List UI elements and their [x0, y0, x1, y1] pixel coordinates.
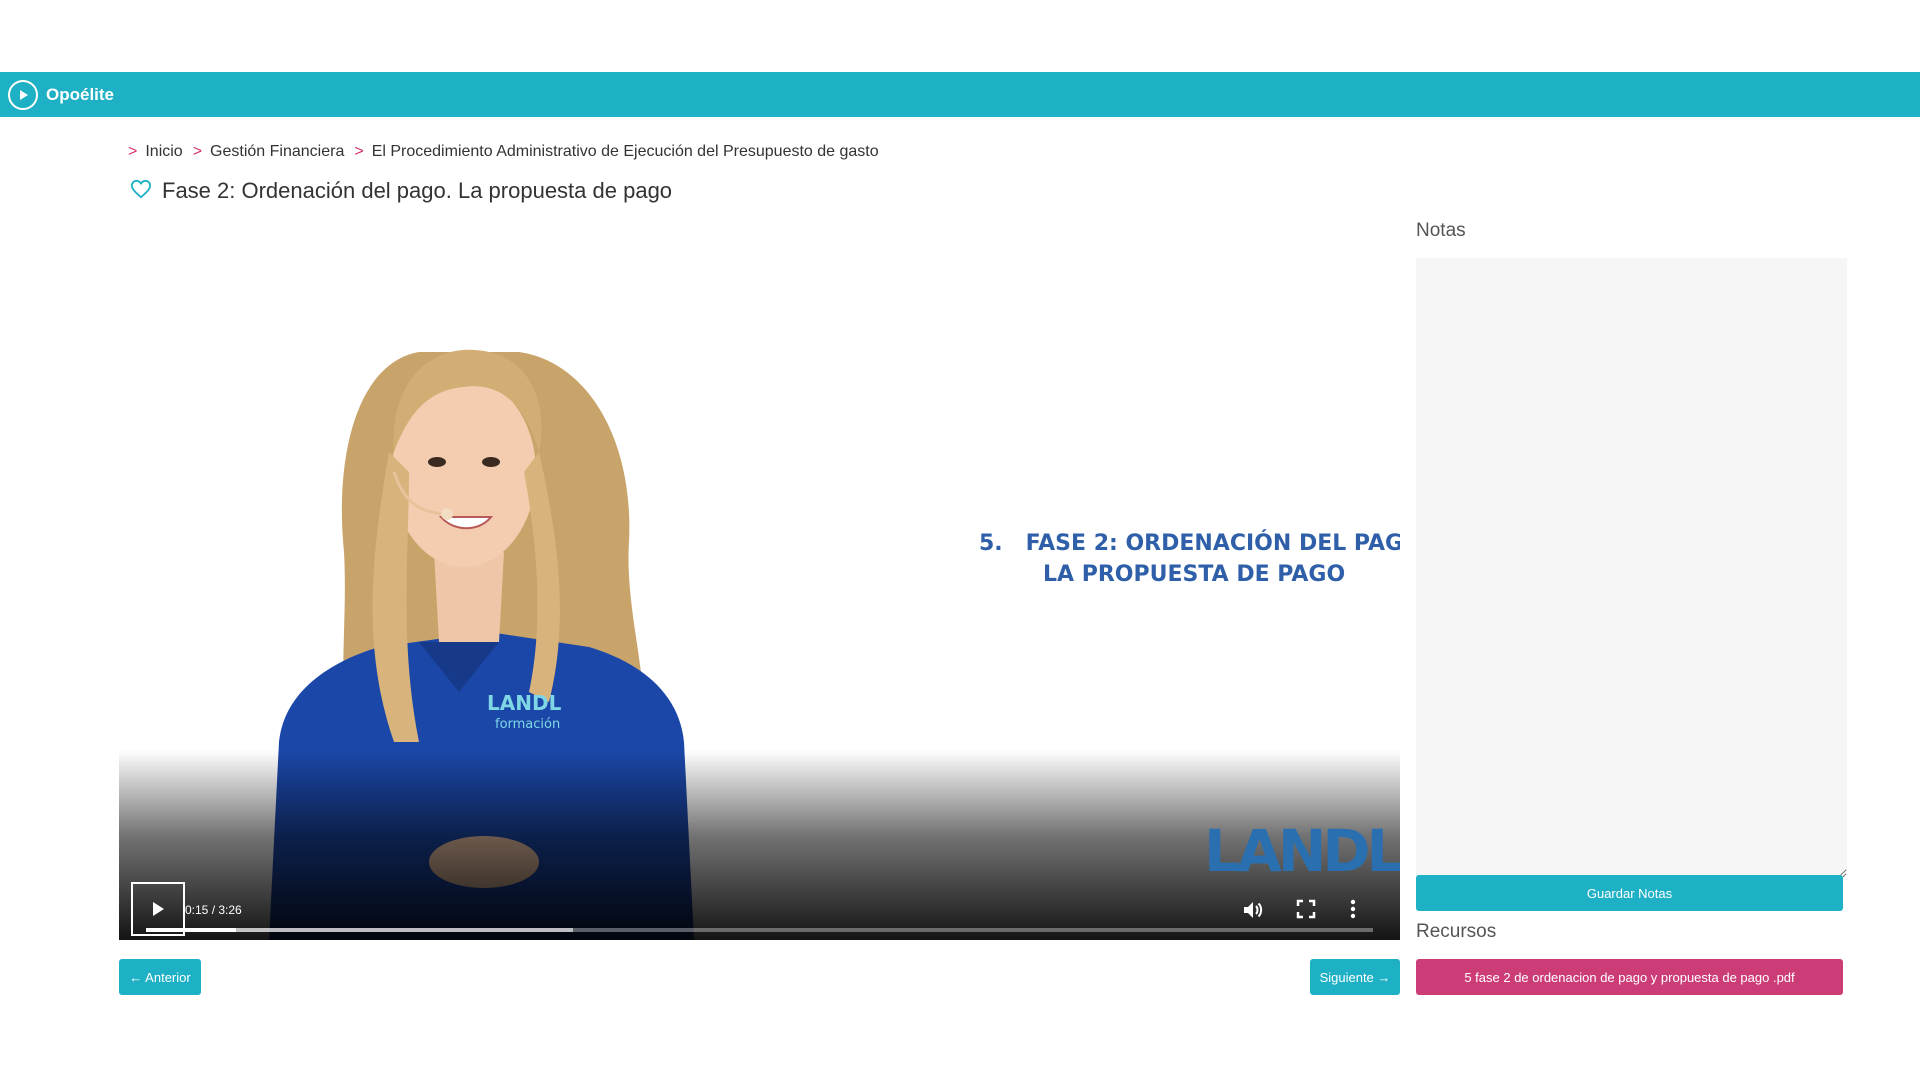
top-navbar: Opoélite [0, 72, 1920, 117]
video-progress-bar[interactable] [146, 928, 1373, 932]
slide-heading-line2: LA PROPUESTA DE PAGO [1043, 562, 1346, 587]
app-logo[interactable]: Opoélite [8, 79, 115, 110]
fullscreen-icon[interactable] [1295, 898, 1317, 925]
heart-outline-icon[interactable] [130, 179, 152, 204]
video-player[interactable]: LANDL formación 5. FASE 2: ORDENACIÓN DE… [119, 222, 1400, 940]
slide-heading-line1: 5. FASE 2: ORDENACIÓN DEL PAGO. [979, 531, 1400, 556]
chevron-right-icon: > [192, 143, 203, 160]
play-icon [153, 902, 164, 916]
chevron-right-icon: > [354, 143, 364, 160]
resources-label: Recursos [1416, 921, 1497, 942]
chevron-right-icon: > [128, 143, 138, 160]
breadcrumb-item-inicio[interactable]: Inicio [145, 143, 182, 161]
page-title: Fase 2: Ordenación del pago. La propuest… [162, 178, 673, 203]
next-button[interactable]: Siguiente → [1310, 959, 1400, 995]
app-name: Opoélite [46, 84, 115, 104]
svg-text:formación: formación [495, 717, 560, 732]
breadcrumb: > Inicio > Gestión Financiera > El Proce… [128, 143, 889, 161]
landl-watermark: LANDL [1204, 817, 1400, 885]
volume-icon[interactable] [1241, 898, 1265, 927]
breadcrumb-item-gestion-financiera[interactable]: Gestión Financiera [210, 143, 344, 161]
previous-button[interactable]: ← Anterior [119, 959, 201, 995]
played-bar [146, 928, 236, 932]
more-options-icon[interactable] [1349, 898, 1357, 925]
time-display: 0:15 / 3:26 [185, 903, 242, 917]
lesson-title-row: Fase 2: Ordenación del pago. La propuest… [130, 178, 672, 204]
save-notes-button[interactable]: Guardar Notas [1416, 875, 1843, 911]
svg-text:LANDL: LANDL [487, 691, 562, 715]
breadcrumb-item-procedimiento[interactable]: El Procedimiento Administrativo de Ejecu… [372, 143, 879, 161]
slide-heading: 5. FASE 2: ORDENACIÓN DEL PAGO. LA PROPU… [979, 528, 1400, 590]
resource-pdf-link[interactable]: 5 fase 2 de ordenacion de pago y propues… [1416, 959, 1843, 995]
play-circle-icon [8, 79, 38, 110]
notes-textarea[interactable] [1416, 258, 1847, 878]
video-controls: 0:15 / 3:26 [119, 880, 1400, 940]
notes-label: Notas [1416, 220, 1466, 241]
